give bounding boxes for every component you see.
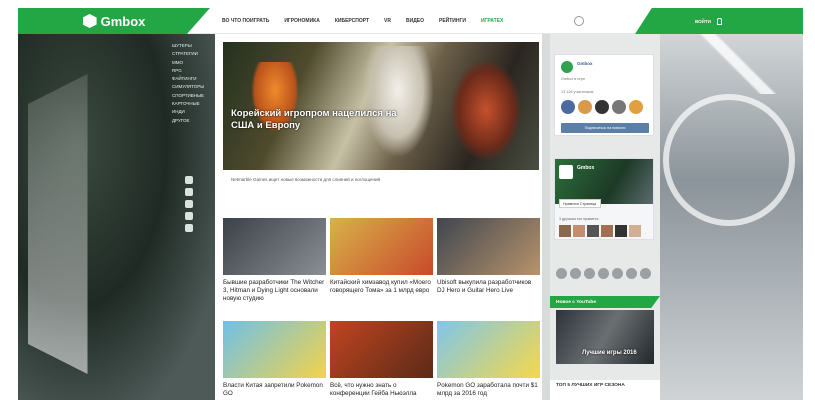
avatar[interactable] <box>573 225 585 237</box>
facebook-widget: Gmbox Нравится Страница 3 друзьям это нр… <box>554 158 654 240</box>
news-thumbnail[interactable] <box>223 321 326 378</box>
news-card[interactable]: Китайский химзавод купил «Моего говоряще… <box>330 218 433 295</box>
nav-item-esports[interactable]: Киберспорт <box>335 18 369 24</box>
youtube-video-thumbnail[interactable]: Лучшие игры 2016 <box>556 310 654 364</box>
category-item[interactable]: Карточные <box>172 100 218 108</box>
top-navigation-bar: Gmbox Во что поиграть Игрономика Киберсп… <box>18 8 803 34</box>
youtube-section-header: Новое с YouTube <box>550 296 660 308</box>
news-title[interactable]: Pokemon GO заработала почти $1 млрд за 2… <box>437 382 540 398</box>
vk-group-subtitle: Gmbox в игре <box>561 77 586 81</box>
avatar[interactable] <box>601 225 613 237</box>
news-thumbnail[interactable] <box>330 321 433 378</box>
category-item[interactable]: Инди <box>172 108 218 116</box>
avatar[interactable] <box>629 225 641 237</box>
nav-item-ratings[interactable]: Рейтинги <box>439 18 466 24</box>
login-button[interactable]: Войти <box>635 8 803 34</box>
news-title[interactable]: Всё, что нужно знать о конференции Гейба… <box>330 382 433 398</box>
avatar[interactable] <box>595 100 609 114</box>
category-item[interactable]: Другое <box>172 117 218 125</box>
avatar[interactable] <box>561 100 575 114</box>
nav-item-igratech[interactable]: Игратех <box>481 18 503 24</box>
category-item[interactable]: MMO <box>172 59 218 67</box>
vk-subscribe-button[interactable]: Подписаться на новости <box>561 123 649 133</box>
youtube-video-title: Лучшие игры 2016 <box>582 350 637 356</box>
right-sidebar: Gmbox Gmbox в игре 13 126 участников Под… <box>550 34 660 400</box>
main-nav: Во что поиграть Игрономика Киберспорт VR… <box>222 8 503 34</box>
category-item[interactable]: Спортивные <box>172 92 218 100</box>
vk-group-avatar[interactable] <box>561 61 573 73</box>
youtube-icon[interactable] <box>584 268 595 279</box>
mobile-icon[interactable] <box>185 212 193 220</box>
vk-group-name[interactable]: Gmbox <box>577 61 593 66</box>
news-title[interactable]: Власти Китая запретили Pokemon GO <box>223 382 326 398</box>
gamepad-icon[interactable] <box>185 224 193 232</box>
news-thumbnail[interactable] <box>437 218 540 275</box>
page: Gmbox Во что поиграть Игрономика Киберсп… <box>0 0 815 400</box>
hero-title[interactable]: Корейский игропром нацелился на США и Ев… <box>231 108 421 132</box>
vk-members-count: 13 126 участников <box>561 90 594 94</box>
news-card[interactable]: Власти Китая запретили Pokemon GO <box>223 321 326 398</box>
monitor-icon[interactable] <box>185 176 193 184</box>
avatar[interactable] <box>559 225 571 237</box>
avatar[interactable] <box>578 100 592 114</box>
console-icon[interactable] <box>185 200 193 208</box>
news-title[interactable]: Китайский химзавод купил «Моего говоряще… <box>330 279 433 295</box>
nav-item-vr[interactable]: VR <box>384 18 391 24</box>
rss-icon[interactable] <box>640 268 651 279</box>
site-logo[interactable]: Gmbox <box>18 8 210 34</box>
news-card[interactable]: Pokemon GO заработала почти $1 млрд за 2… <box>437 321 540 398</box>
social-links <box>556 268 651 279</box>
avatar[interactable] <box>629 100 643 114</box>
facebook-friends-text: 3 друзьям это нравится <box>559 217 599 221</box>
news-card[interactable]: Ubisoft выкупила разработчиков DJ Hero и… <box>437 218 540 295</box>
background-right-art <box>653 34 803 400</box>
facebook-icon[interactable] <box>598 268 609 279</box>
avatar[interactable] <box>587 225 599 237</box>
avatar[interactable] <box>615 225 627 237</box>
news-thumbnail[interactable] <box>437 321 540 378</box>
news-thumbnail[interactable] <box>330 218 433 275</box>
category-item[interactable]: Шутеры <box>172 42 218 50</box>
logo-text: Gmbox <box>100 13 146 29</box>
user-icon <box>716 17 722 25</box>
hero-image-character <box>451 60 521 160</box>
login-label: Войти <box>695 18 711 24</box>
hero-caption: Netmarble Games ищет новые возможности д… <box>231 177 381 182</box>
news-thumbnail[interactable] <box>223 218 326 275</box>
news-title[interactable]: Ubisoft выкупила разработчиков DJ Hero и… <box>437 279 540 295</box>
main-content: Корейский игропром нацелился на США и Ев… <box>215 34 542 400</box>
facebook-page-logo[interactable] <box>559 165 573 179</box>
nav-item-play[interactable]: Во что поиграть <box>222 18 269 24</box>
category-item[interactable]: RPG <box>172 67 218 75</box>
category-item[interactable]: Стратегии <box>172 50 218 58</box>
news-card[interactable]: Всё, что нужно знать о конференции Гейба… <box>330 321 433 398</box>
twitter-icon[interactable] <box>612 268 623 279</box>
left-social-icons <box>185 176 193 232</box>
news-title[interactable]: Бывшие разработчики The Witcher 3, Hitma… <box>223 279 326 303</box>
gmbox-logo-icon <box>82 14 97 28</box>
telegram-icon[interactable] <box>626 268 637 279</box>
category-item[interactable]: Файтинги <box>172 75 218 83</box>
nav-item-video[interactable]: Видео <box>406 18 424 24</box>
hero-image-character <box>363 46 433 156</box>
facebook-cover: Gmbox <box>555 159 653 204</box>
facebook-friend-faces <box>559 225 641 237</box>
facebook-page-name[interactable]: Gmbox <box>577 165 594 171</box>
vk-widget: Gmbox Gmbox в игре 13 126 участников Под… <box>554 54 654 136</box>
joystick-icon[interactable] <box>185 188 193 196</box>
hero-article[interactable]: Корейский игропром нацелился на США и Ев… <box>223 42 539 170</box>
vk-icon[interactable] <box>556 268 567 279</box>
facebook-like-button[interactable]: Нравится Страница <box>559 199 601 208</box>
odnoklassniki-icon[interactable] <box>570 268 581 279</box>
nav-item-economics[interactable]: Игрономика <box>284 18 320 24</box>
category-item[interactable]: Симуляторы <box>172 83 218 91</box>
top5-section-header[interactable]: Топ 5 лучших игр сезона <box>550 380 660 400</box>
news-card[interactable]: Бывшие разработчики The Witcher 3, Hitma… <box>223 218 326 303</box>
category-menu: Шутеры Стратегии MMO RPG Файтинги Симуля… <box>172 42 218 125</box>
vk-member-faces <box>561 100 643 114</box>
search-icon[interactable] <box>574 16 584 26</box>
avatar[interactable] <box>612 100 626 114</box>
